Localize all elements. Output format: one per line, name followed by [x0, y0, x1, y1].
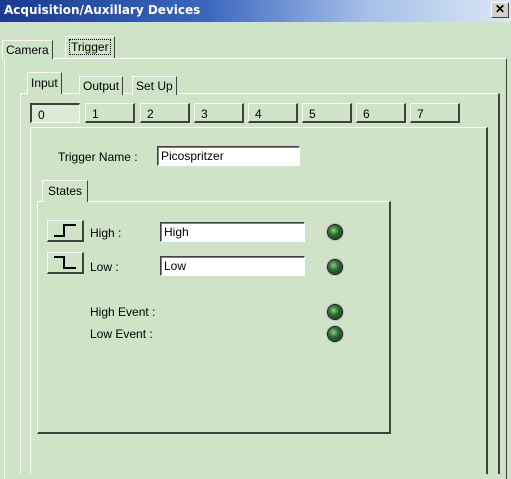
trigger-button-3-label: 3: [201, 107, 208, 121]
tab-setup[interactable]: Set Up: [132, 76, 177, 95]
tab-output[interactable]: Output: [79, 76, 124, 95]
tab-trigger-label: Trigger: [69, 39, 111, 55]
high-indicator-led: [328, 225, 342, 239]
tab-output-label: Output: [83, 79, 120, 93]
high-event-label: High Event :: [90, 305, 156, 319]
close-button[interactable]: ✕: [491, 2, 509, 18]
falling-edge-button[interactable]: [47, 252, 84, 274]
trigger-button-5[interactable]: 5: [302, 103, 352, 123]
title-bar: Acquisition/Auxillary Devices ✕: [0, 0, 511, 22]
tab-states[interactable]: States: [42, 180, 89, 202]
tab-input[interactable]: Input: [27, 72, 62, 94]
trigger-button-6-label: 6: [363, 107, 370, 121]
rising-edge-button[interactable]: [47, 220, 84, 242]
high-label: High :: [90, 226, 122, 240]
high-state-field[interactable]: High: [160, 222, 305, 242]
tab-setup-label: Set Up: [136, 79, 173, 93]
tab-input-label: Input: [31, 76, 58, 90]
rising-edge-icon: [54, 224, 76, 237]
tab-trigger[interactable]: Trigger: [65, 36, 115, 58]
trigger-name-field[interactable]: Picospritzer: [157, 146, 300, 166]
trigger-button-1-label: 1: [92, 107, 99, 121]
low-label: Low :: [90, 260, 119, 274]
low-indicator-led: [328, 260, 342, 274]
trigger-button-2-label: 2: [147, 107, 154, 121]
trigger-button-0[interactable]: 0: [30, 103, 80, 123]
trigger-button-5-label: 5: [309, 107, 316, 121]
trigger-button-7[interactable]: 7: [410, 103, 460, 123]
high-event-led: [328, 305, 342, 319]
trigger-button-7-label: 7: [417, 107, 424, 121]
trigger-button-3[interactable]: 3: [194, 103, 244, 123]
low-event-label: Low Event :: [90, 327, 153, 341]
tab-camera-label: Camera: [6, 43, 49, 57]
trigger-button-0-label: 0: [38, 108, 45, 122]
trigger-button-6[interactable]: 6: [356, 103, 406, 123]
falling-edge-icon: [54, 256, 76, 269]
trigger-button-4[interactable]: 4: [248, 103, 298, 123]
window-title: Acquisition/Auxillary Devices: [4, 3, 201, 17]
trigger-name-label: Trigger Name :: [58, 150, 138, 164]
trigger-button-1[interactable]: 1: [85, 103, 135, 123]
low-state-field[interactable]: Low: [160, 256, 305, 276]
low-event-led: [328, 327, 342, 341]
tab-states-label: States: [48, 184, 83, 198]
close-icon: ✕: [494, 2, 506, 16]
tab-camera[interactable]: Camera: [2, 40, 53, 59]
trigger-button-4-label: 4: [255, 107, 262, 121]
trigger-button-2[interactable]: 2: [140, 103, 190, 123]
